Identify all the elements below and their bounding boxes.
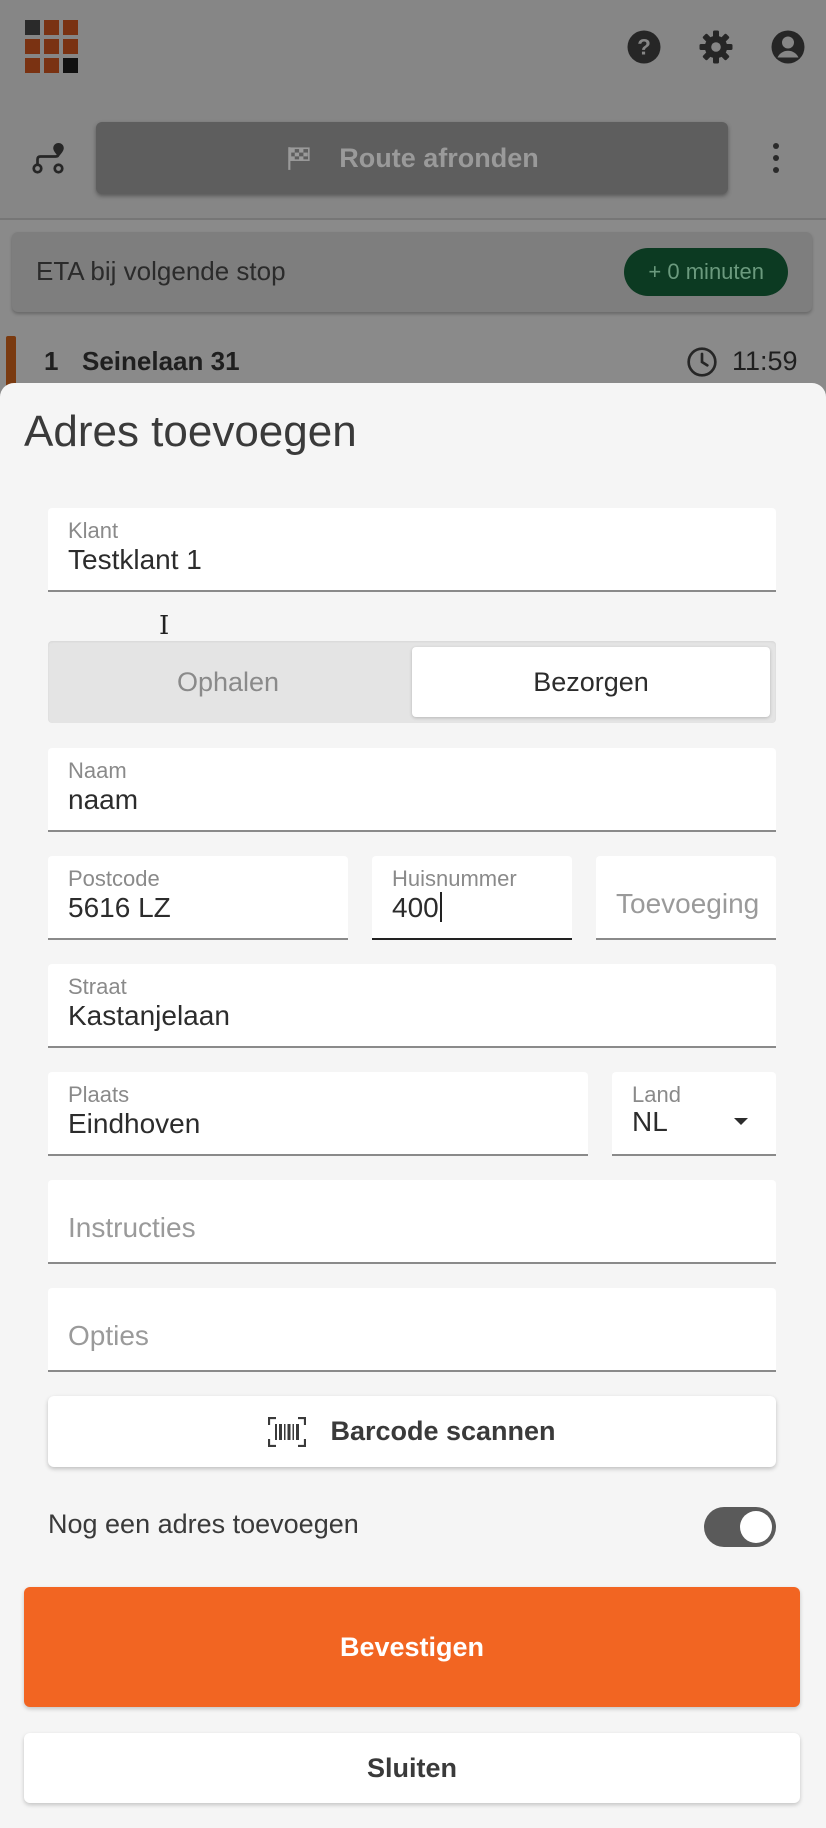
customer-field[interactable]: Klant Testklant 1 [48, 508, 776, 592]
pickup-delivery-toggle: Ophalen Bezorgen [48, 641, 776, 723]
postcode-value: 5616 LZ [68, 892, 171, 923]
country-select[interactable]: Land NL [612, 1072, 776, 1156]
city-field[interactable]: Plaats Eindhoven [48, 1072, 588, 1156]
close-button[interactable]: Sluiten [24, 1733, 800, 1803]
confirm-button[interactable]: Bevestigen [24, 1587, 800, 1707]
app-bar: ? [0, 0, 826, 100]
customer-value: Testklant 1 [68, 544, 202, 575]
toggle-knob [740, 1511, 772, 1543]
city-label: Plaats [68, 1082, 130, 1107]
eta-delay-badge: + 0 minuten [624, 248, 788, 296]
option-pickup[interactable]: Ophalen [54, 647, 402, 717]
stop-number: 1 [44, 346, 59, 376]
scan-barcode-label: Barcode scannen [330, 1416, 556, 1446]
country-value: NL [632, 1106, 668, 1137]
text-caret [439, 892, 442, 922]
house-number-field[interactable]: Huisnummer 400 [372, 856, 572, 940]
scan-barcode-button[interactable]: Barcode scannen [48, 1396, 776, 1467]
street-field[interactable]: Straat Kastanjelaan [48, 964, 776, 1048]
stop-time: 11:59 [732, 346, 798, 376]
chevron-down-icon [734, 1118, 748, 1125]
house-number-value: 400 [392, 892, 439, 923]
addition-placeholder: Toevoeging [616, 888, 760, 919]
name-field[interactable]: Naam naam [48, 748, 776, 832]
settings-icon[interactable] [698, 29, 734, 65]
clock-icon [687, 347, 717, 377]
option-delivery[interactable]: Bezorgen [412, 647, 770, 717]
postcode-label: Postcode [68, 866, 160, 891]
add-another-label: Nog een adres toevoegen [48, 1509, 359, 1539]
postcode-field[interactable]: Postcode 5616 LZ [48, 856, 348, 940]
house-number-label: Huisnummer [392, 866, 517, 891]
more-vertical-icon[interactable] [770, 140, 782, 176]
grid-logo-icon [25, 20, 79, 74]
instructions-field[interactable]: Instructies [48, 1180, 776, 1264]
name-value: naam [68, 784, 139, 815]
svg-text:?: ? [637, 35, 651, 60]
stop-name: Seinelaan 31 [82, 346, 240, 376]
add-another-toggle[interactable] [704, 1507, 776, 1547]
options-placeholder: Opties [68, 1320, 149, 1351]
checkered-flag-icon [288, 147, 310, 170]
add-address-sheet: Adres toevoegen Klant Testklant 1 Ophale… [0, 383, 826, 1828]
addition-field[interactable]: Toevoeging [596, 856, 776, 940]
mouse-text-cursor: I [159, 611, 170, 641]
street-value: Kastanjelaan [68, 1000, 230, 1031]
instructions-placeholder: Instructies [68, 1212, 196, 1243]
name-label: Naam [68, 758, 127, 783]
eta-label: ETA bij volgende stop [36, 256, 286, 286]
finish-route-label: Route afronden [339, 142, 539, 173]
street-label: Straat [68, 974, 127, 999]
account-icon[interactable] [770, 29, 806, 65]
customer-label: Klant [68, 518, 119, 543]
city-value: Eindhoven [68, 1108, 201, 1139]
finish-route-button[interactable]: Route afronden [96, 122, 728, 194]
help-icon[interactable]: ? [626, 29, 662, 65]
sheet-title: Adres toevoegen [24, 407, 357, 456]
eta-card: ETA bij volgende stop + 0 minuten [12, 232, 812, 312]
country-label: Land [632, 1082, 681, 1107]
route-icon[interactable] [30, 140, 66, 176]
barcode-scan-icon [268, 1416, 307, 1447]
options-field[interactable]: Opties [48, 1288, 776, 1372]
